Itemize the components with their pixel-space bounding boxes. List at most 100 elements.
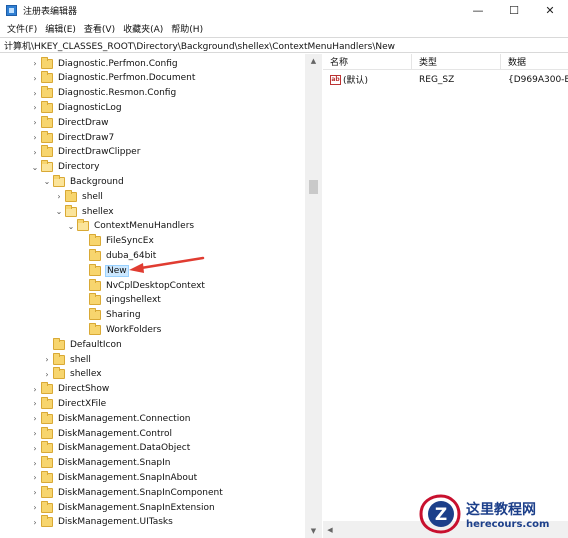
column-name-header[interactable]: 名称 <box>323 53 412 70</box>
minimize-button[interactable]: — <box>460 0 496 20</box>
folder-open-icon <box>41 160 53 173</box>
chevron-down-icon[interactable]: ⌄ <box>65 219 77 234</box>
registry-tree[interactable]: › Diagnostic.Perfmon.Config › Diagnostic.Pe… <box>0 54 322 538</box>
tree-item[interactable]: › DiskManagement.SnapInAbout <box>0 470 305 485</box>
menu-file[interactable]: 文件(F) <box>3 22 41 35</box>
tree-item[interactable]: WorkFolders <box>0 322 305 337</box>
chevron-right-icon[interactable]: › <box>29 100 41 115</box>
folder-icon <box>89 308 101 321</box>
watermark: Z 这里教程网 herecours.com <box>417 492 567 536</box>
tree-item[interactable]: › DirectXFile <box>0 396 305 411</box>
folder-icon <box>41 456 53 469</box>
address-bar[interactable]: 计算机\HKEY_CLASSES_ROOT\Directory\Backgrou… <box>0 37 568 53</box>
scroll-up-arrow-icon[interactable]: ▲ <box>305 54 322 68</box>
scroll-thumb[interactable] <box>309 180 318 194</box>
tree-item[interactable]: › DiskManagement.SnapIn <box>0 456 305 471</box>
tree-item[interactable]: › shellex <box>0 367 305 382</box>
column-data-header[interactable]: 数据 <box>501 54 568 70</box>
list-header: 名称 类型 数据 <box>323 53 568 70</box>
tree-item[interactable]: Sharing <box>0 308 305 323</box>
menu-view[interactable]: 查看(V) <box>80 22 119 35</box>
folder-icon <box>41 515 53 528</box>
close-button[interactable]: ✕ <box>532 0 568 20</box>
chevron-right-icon[interactable]: › <box>29 456 41 471</box>
tree-item[interactable]: › DiskManagement.UITasks <box>0 515 305 530</box>
tree-item[interactable]: › DiskManagement.SnapInComponent <box>0 485 305 500</box>
folder-icon <box>41 470 53 483</box>
tree-item-label: shellex <box>70 369 102 380</box>
folder-icon <box>89 263 101 276</box>
folder-icon <box>41 86 53 99</box>
folder-open-icon <box>77 219 89 232</box>
tree-item[interactable]: › DirectDraw <box>0 115 305 130</box>
folder-icon <box>53 367 65 380</box>
chevron-right-icon[interactable]: › <box>29 71 41 86</box>
tree-item[interactable]: › DirectDraw7 <box>0 130 305 145</box>
chevron-right-icon[interactable]: › <box>29 441 41 456</box>
tree-item[interactable]: DefaultIcon <box>0 337 305 352</box>
tree-item[interactable]: › Diagnostic.Resmon.Config <box>0 86 305 101</box>
tree-item-label: DirectDraw <box>58 117 109 128</box>
folder-icon <box>41 426 53 439</box>
tree-item[interactable]: ⌄ shellex <box>0 204 305 219</box>
tree-item[interactable]: › DiskManagement.Connection <box>0 411 305 426</box>
tree-item-label: DiskManagement.UITasks <box>58 517 173 528</box>
folder-icon <box>41 411 53 424</box>
chevron-right-icon[interactable]: › <box>29 515 41 530</box>
menu-edit[interactable]: 编辑(E) <box>41 22 80 35</box>
tree-item[interactable]: qingshellext <box>0 293 305 308</box>
column-type-header[interactable]: 类型 <box>412 53 501 70</box>
tree-item[interactable]: FileSyncEx <box>0 234 305 249</box>
chevron-down-icon[interactable]: ⌄ <box>41 174 53 189</box>
tree-item[interactable]: › DirectShow <box>0 382 305 397</box>
folder-icon <box>41 145 53 158</box>
menu-favorites[interactable]: 收藏夹(A) <box>119 22 167 35</box>
window-controls: — ☐ ✕ <box>460 0 568 20</box>
chevron-right-icon[interactable]: › <box>29 485 41 500</box>
string-value-icon: ab <box>330 74 341 85</box>
folder-icon <box>89 234 101 247</box>
tree-item[interactable]: NvCplDesktopContext <box>0 278 305 293</box>
tree-item[interactable]: › shell <box>0 189 305 204</box>
chevron-right-icon[interactable]: › <box>29 500 41 515</box>
chevron-right-icon[interactable]: › <box>29 382 41 397</box>
chevron-right-icon[interactable]: › <box>29 130 41 145</box>
scroll-left-arrow-icon[interactable]: ◀ <box>323 521 337 538</box>
chevron-right-icon[interactable]: › <box>29 426 41 441</box>
tree-item[interactable]: ⌄ ContextMenuHandlers <box>0 219 305 234</box>
folder-icon <box>41 396 53 409</box>
watermark-text: 这里教程网 herecours.com <box>466 499 549 530</box>
menu-help[interactable]: 帮助(H) <box>167 22 207 35</box>
tree-item[interactable]: ⌄ Background <box>0 174 305 189</box>
chevron-down-icon[interactable]: ⌄ <box>53 204 65 219</box>
list-item[interactable]: ab (默认) REG_SZ {D969A300-E <box>323 72 568 87</box>
tree-vertical-scrollbar[interactable]: ▲ ▼ <box>305 54 322 538</box>
chevron-right-icon[interactable]: › <box>29 86 41 101</box>
tree-item[interactable]: › shell <box>0 352 305 367</box>
folder-open-icon <box>65 204 77 217</box>
chevron-right-icon[interactable]: › <box>29 115 41 130</box>
chevron-right-icon[interactable]: › <box>29 56 41 71</box>
tree-item[interactable]: › DirectDrawClipper <box>0 145 305 160</box>
chevron-right-icon[interactable]: › <box>53 189 65 204</box>
chevron-down-icon[interactable]: ⌄ <box>29 160 41 175</box>
chevron-right-icon[interactable]: › <box>41 352 53 367</box>
chevron-right-icon[interactable]: › <box>29 470 41 485</box>
tree-item[interactable]: › Diagnostic.Perfmon.Config <box>0 56 305 71</box>
tree-item[interactable]: › DiskManagement.Control <box>0 426 305 441</box>
tree-item[interactable]: › Diagnostic.Perfmon.Document <box>0 71 305 86</box>
tree-item[interactable]: ⌄ Directory <box>0 160 305 175</box>
maximize-button[interactable]: ☐ <box>496 0 532 20</box>
tree-item-label: DirectShow <box>58 384 110 395</box>
tree-item[interactable]: › DiagnosticLog <box>0 100 305 115</box>
chevron-right-icon[interactable]: › <box>29 396 41 411</box>
tree-item[interactable]: › DiskManagement.DataObject <box>0 441 305 456</box>
chevron-right-icon[interactable]: › <box>29 411 41 426</box>
chevron-right-icon[interactable]: › <box>29 145 41 160</box>
scroll-down-arrow-icon[interactable]: ▼ <box>305 524 322 538</box>
tree-item[interactable]: › DiskManagement.SnapInExtension <box>0 500 305 515</box>
tree-item-label: shellex <box>82 206 114 217</box>
chevron-right-icon[interactable]: › <box>41 367 53 382</box>
